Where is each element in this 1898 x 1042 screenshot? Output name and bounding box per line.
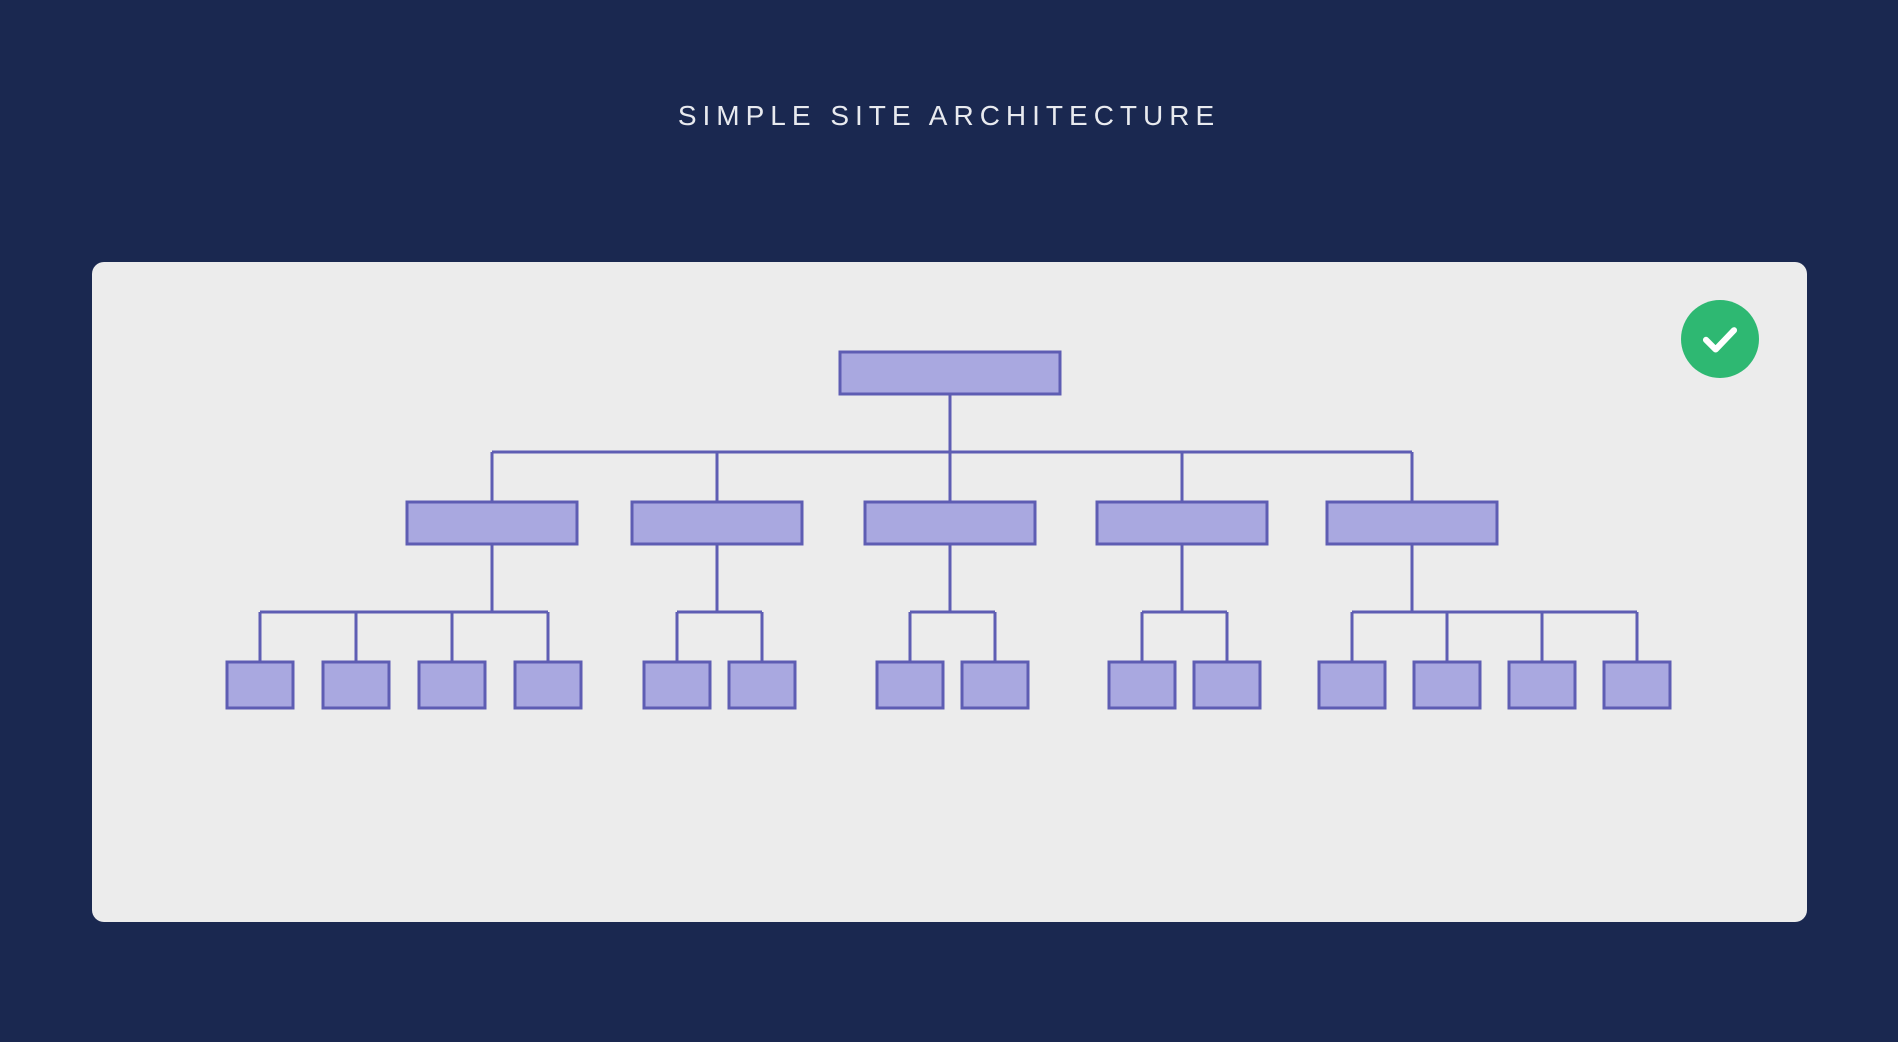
tree-node-l3-12 xyxy=(1414,662,1480,708)
tree-node-l3-13 xyxy=(1509,662,1575,708)
tree-node-l3-11 xyxy=(1319,662,1385,708)
tree-node-l3-2 xyxy=(323,662,389,708)
tree-node-l2-5 xyxy=(1327,502,1497,544)
tree-node-l3-14 xyxy=(1604,662,1670,708)
tree-node-l3-8 xyxy=(962,662,1028,708)
tree-node-l3-5 xyxy=(644,662,710,708)
site-architecture-diagram xyxy=(92,262,1807,922)
tree-node-l2-2 xyxy=(632,502,802,544)
tree-node-l3-9 xyxy=(1109,662,1175,708)
tree-node-l2-3 xyxy=(865,502,1035,544)
tree-node-l3-10 xyxy=(1194,662,1260,708)
diagram-card xyxy=(92,262,1807,922)
tree-node-root xyxy=(840,352,1060,394)
tree-node-l3-1 xyxy=(227,662,293,708)
tree-node-l2-4 xyxy=(1097,502,1267,544)
tree-node-l3-3 xyxy=(419,662,485,708)
tree-node-l3-7 xyxy=(877,662,943,708)
tree-node-l3-6 xyxy=(729,662,795,708)
tree-node-l2-1 xyxy=(407,502,577,544)
tree-node-l3-4 xyxy=(515,662,581,708)
page-title: SIMPLE SITE ARCHITECTURE xyxy=(678,100,1220,132)
